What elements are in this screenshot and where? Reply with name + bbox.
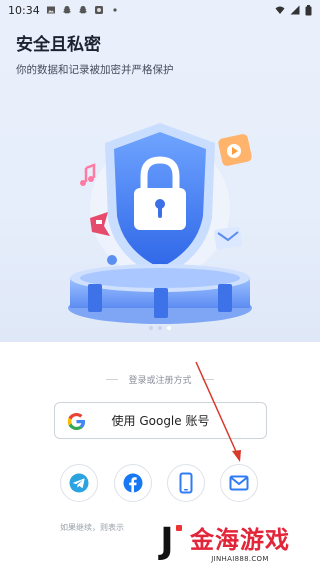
telegram-icon — [69, 473, 89, 493]
email-icon — [229, 475, 249, 491]
hero-section: 10:34 安全且私密 你的数据和记录被加密并严格保护 — [0, 0, 320, 342]
page-dot-3[interactable] — [167, 326, 171, 330]
battery-icon — [305, 4, 312, 15]
telegram-login-button[interactable] — [60, 464, 98, 502]
divider-text: 登录或注册方式 — [128, 376, 192, 386]
page-dot-2[interactable] — [158, 326, 162, 330]
terms-text: 如果继续，则表示 — [60, 523, 124, 532]
phone-icon — [179, 472, 193, 494]
status-time: 10:34 — [8, 3, 40, 17]
wifi-icon — [275, 6, 285, 14]
page-title: 安全且私密 — [16, 35, 101, 55]
login-divider: 登录或注册方式 — [0, 373, 320, 386]
facebook-icon — [123, 473, 143, 493]
facebook-login-button[interactable] — [114, 464, 152, 502]
watermark-logo: J — [150, 519, 184, 563]
email-login-button[interactable] — [220, 464, 258, 502]
google-icon — [67, 412, 86, 431]
security-illustration — [68, 123, 252, 324]
page-indicator — [0, 326, 320, 330]
phone-login-button[interactable] — [167, 464, 205, 502]
page-dot-1[interactable] — [149, 326, 153, 330]
page-subtitle: 你的数据和记录被加密并严格保护 — [16, 64, 174, 76]
status-bar: 10:34 — [0, 0, 320, 20]
snapchat-icon — [62, 6, 71, 14]
annotation-arrow — [195, 361, 241, 462]
snapchat-icon-2 — [78, 6, 87, 14]
watermark: J 金海游戏 JINHAI888.COM — [150, 514, 320, 568]
divider-line-left — [106, 379, 119, 380]
app-notification-icon — [94, 6, 103, 14]
watermark-name: 金海游戏 — [190, 525, 290, 554]
signal-icon — [290, 5, 300, 15]
image-notification-icon — [46, 6, 55, 14]
watermark-url: JINHAI888.COM — [211, 554, 269, 563]
dot-icon — [113, 8, 117, 12]
